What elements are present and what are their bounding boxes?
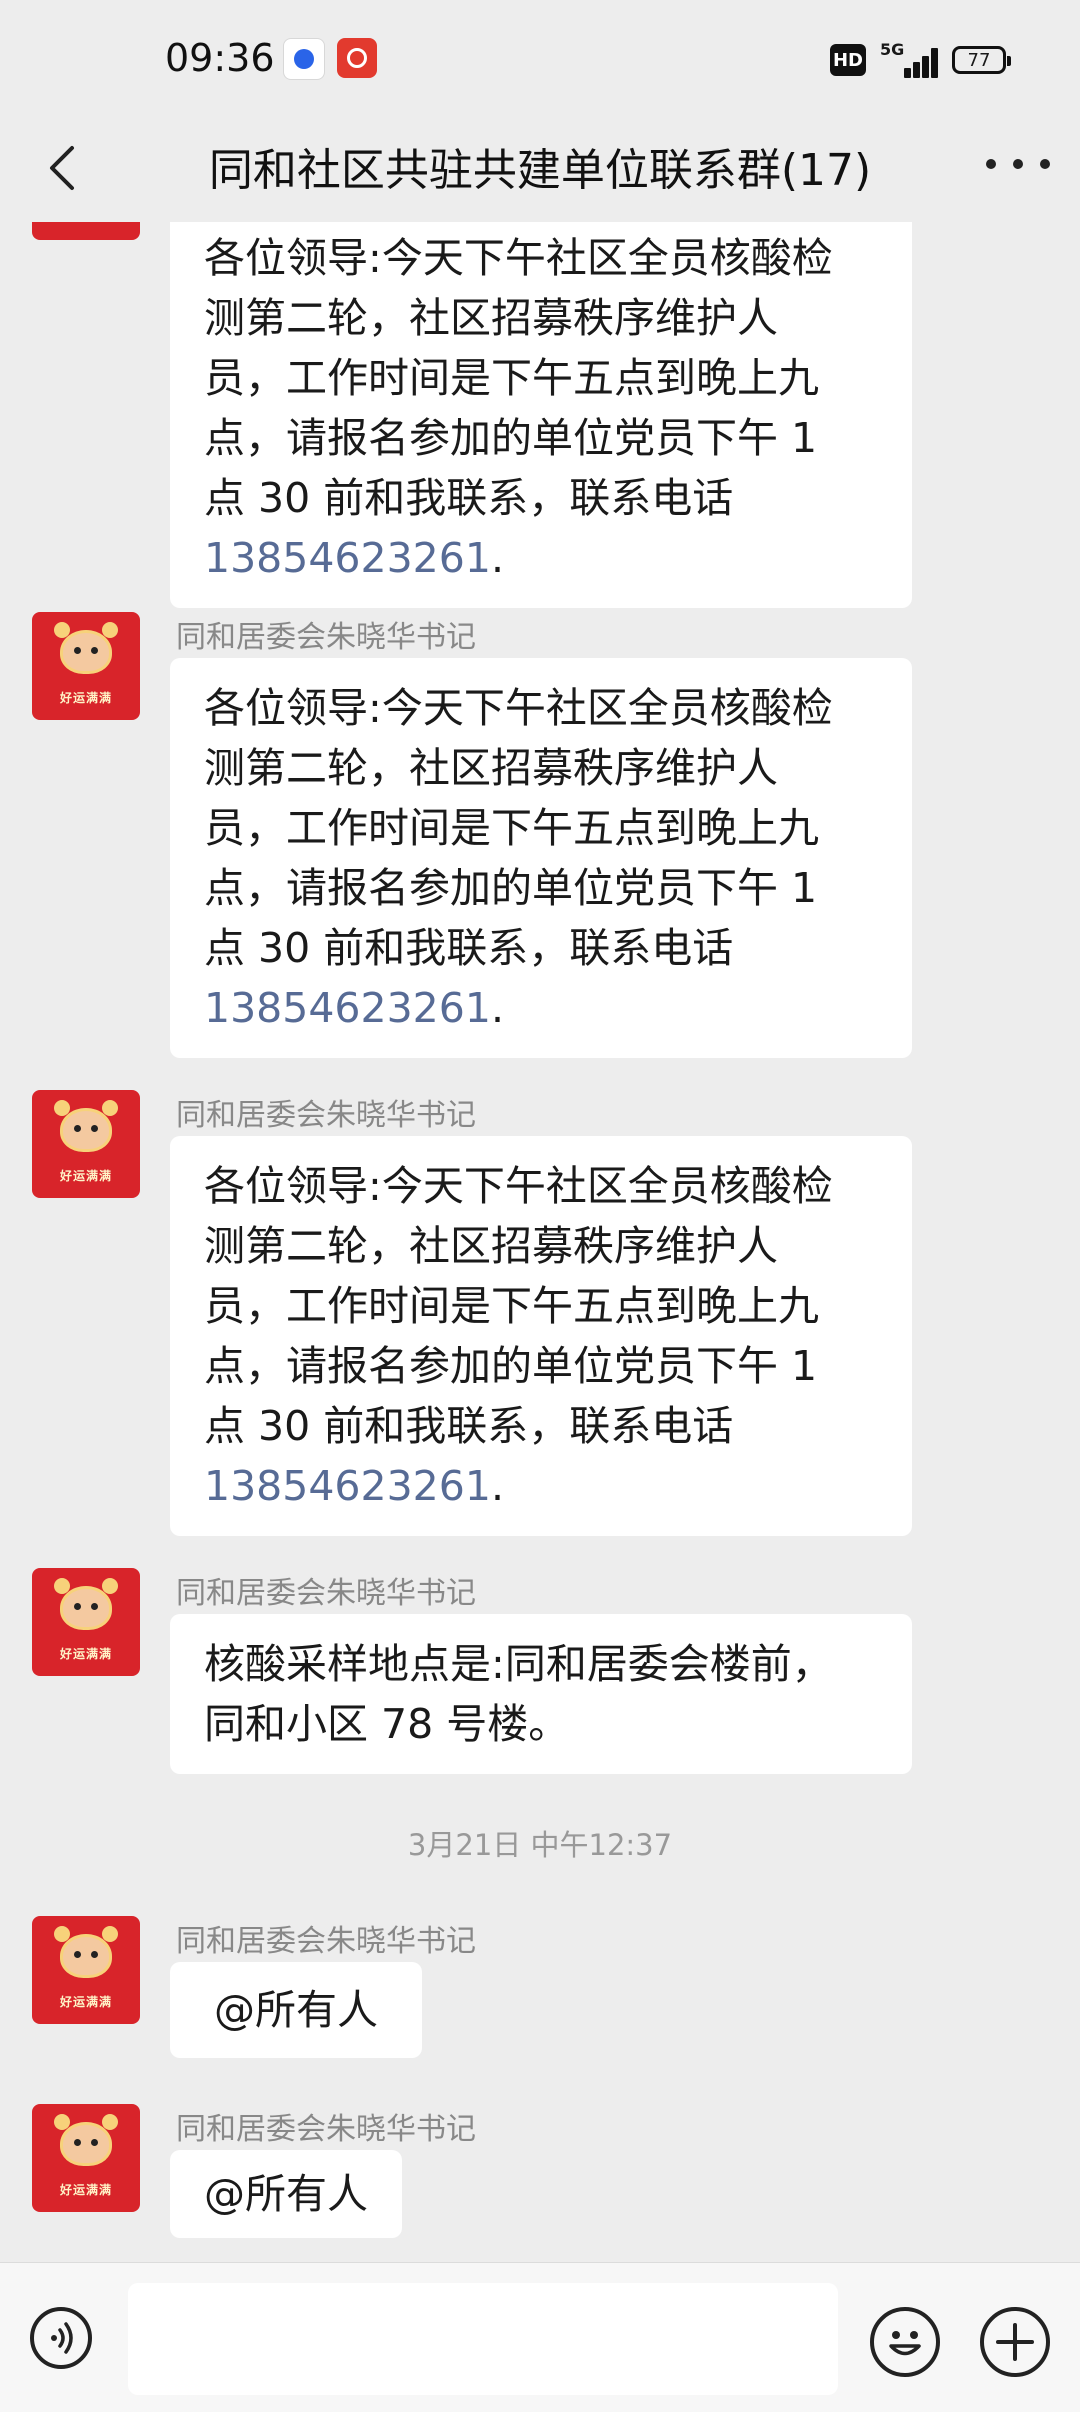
battery-level: 77 [967,49,991,71]
more-button[interactable] [986,144,1050,184]
baidu-app-icon [283,38,325,80]
sender-name: 同和居委会朱晓华书记 [176,1098,476,1133]
message-bubble[interactable]: 各位领导:今天下午社区全员核酸检 测第二轮，社区招募秩序维护人 员，工作时间是下… [170,1136,912,1536]
message-bubble[interactable]: 各位领导:今天下午社区全员核酸检 测第二轮，社区招募秩序维护人 员，工作时间是下… [170,658,912,1058]
emoji-icon [889,2331,921,2356]
message-bubble[interactable]: @所有人 [170,1962,422,2058]
chat-header: 同和社区共驻共建单位联系群(17) [0,120,1080,210]
sender-name: 同和居委会朱晓华书记 [176,1924,476,1959]
message-line: 点 30 前和我联系，联系电话 [204,924,734,972]
sender-avatar[interactable]: 好运满满 [32,1568,140,1676]
message-line: 员，工作时间是下午五点到晚上九 [204,804,819,852]
sender-name: 同和居委会朱晓华书记 [176,1576,476,1611]
status-time: 09:36 [165,36,275,80]
message-line: @所有人 [204,2170,368,2218]
message-line: 13854623261. [204,528,878,588]
message-bubble[interactable]: 核酸采样地点是:同和居委会楼前， 同和小区 78 号楼。 [170,1614,912,1774]
phone-suffix: . [490,1462,504,1510]
message-line: 同和小区 78 号楼。 [204,1700,570,1748]
chat-timestamp: 3月21日 中午12:37 [407,1828,673,1862]
message-line: 测第二轮，社区招募秩序维护人 [204,744,778,792]
avatar-caption: 好运满满 [59,2183,112,2197]
message-line: 员，工作时间是下午五点到晚上九 [204,1282,819,1330]
message-line: 测第二轮，社区招募秩序维护人 [204,294,778,342]
message-line: 13854623261. [204,978,878,1038]
sender-name: 同和居委会朱晓华书记 [176,620,476,655]
sender-avatar[interactable] [32,222,140,240]
sender-avatar[interactable]: 好运满满 [32,2104,140,2212]
message-line: 测第二轮，社区招募秩序维护人 [204,1222,778,1270]
plus-icon [996,2323,1034,2361]
phone-link[interactable]: 13854623261 [204,534,491,582]
hd-icon: HD [830,44,866,76]
avatar-caption: 好运满满 [59,691,112,705]
message-bubble[interactable]: @所有人 [170,2150,402,2238]
message-line: @所有人 [214,1986,378,2034]
input-bar [0,2262,1080,2412]
chat-title: 同和社区共驻共建单位联系群(17) [208,145,872,196]
avatar-caption: 好运满满 [59,1647,112,1661]
sender-avatar[interactable]: 好运满满 [32,1090,140,1198]
voice-icon [51,2322,73,2354]
message-line: 13854623261. [204,1456,878,1516]
message-line: 各位领导:今天下午社区全员核酸检 [204,1162,833,1210]
message-line: 各位领导:今天下午社区全员核酸检 [204,684,833,732]
back-button[interactable] [36,138,96,198]
avatar-caption: 好运满满 [59,1995,112,2009]
phone-suffix: . [490,534,504,582]
message-line: 点，请报名参加的单位党员下午 1 [204,1342,818,1390]
battery-icon: 77 [952,46,1011,74]
message-line: 点 30 前和我联系，联系电话 [204,1402,734,1450]
message-input[interactable] [128,2283,838,2395]
sender-avatar[interactable]: 好运满满 [32,1916,140,2024]
message-line: 点 30 前和我联系，联系电话 [204,474,734,522]
sender-avatar[interactable]: 好运满满 [32,612,140,720]
message-line: 各位领导:今天下午社区全员核酸检 [204,234,833,282]
sender-name: 同和居委会朱晓华书记 [176,2112,476,2147]
message-line: 员，工作时间是下午五点到晚上九 [204,354,819,402]
more-dot [986,159,996,169]
add-button[interactable] [980,2307,1050,2377]
phone-suffix: . [490,984,504,1032]
status-bar: 09:36 HD 5G 77 [0,0,1080,120]
message-line: 点，请报名参加的单位党员下午 1 [204,864,818,912]
avatar-caption: 好运满满 [59,1169,112,1183]
message-list[interactable]: 各位领导:今天下午社区全员核酸检 测第二轮，社区招募秩序维护人 员，工作时间是下… [0,222,1080,2262]
message-line: 核酸采样地点是:同和居委会楼前， [204,1640,833,1688]
message-line: 点，请报名参加的单位党员下午 1 [204,414,818,462]
voice-button[interactable] [30,2307,92,2369]
phone-link[interactable]: 13854623261 [204,1462,491,1510]
chevron-left-icon [50,146,74,190]
red-app-icon [337,38,377,78]
message-bubble[interactable]: 各位领导:今天下午社区全员核酸检 测第二轮，社区招募秩序维护人 员，工作时间是下… [170,222,912,608]
more-dot [1013,159,1023,169]
emoji-button[interactable] [870,2307,940,2377]
more-dot [1040,159,1050,169]
signal-icon: 5G [880,40,940,80]
phone-link[interactable]: 13854623261 [204,984,491,1032]
network-label: 5G [880,40,905,59]
